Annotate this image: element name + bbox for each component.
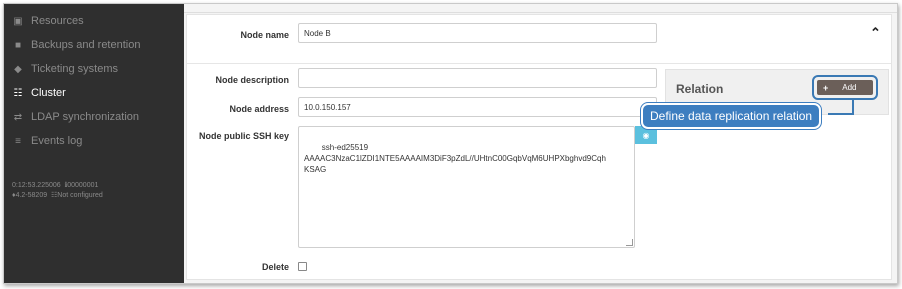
add-relation-button[interactable]: + Add bbox=[817, 80, 873, 95]
image-icon: ▣ bbox=[13, 15, 23, 27]
system-meta-line-2: ♦4.2-58209 ☷Not configured bbox=[12, 191, 103, 199]
plus-icon: + bbox=[823, 82, 829, 93]
node-ssh-key-label: Node public SSH key bbox=[198, 131, 289, 141]
add-button-label: Add bbox=[842, 83, 857, 92]
add-button-highlight: + Add bbox=[812, 75, 878, 100]
node-description-label: Node description bbox=[215, 75, 289, 85]
node-ssh-key-textarea[interactable]: ssh-ed25519 AAAAC3NzaC1lZDI1NTE5AAAAIM3D… bbox=[298, 126, 635, 248]
delete-checkbox[interactable] bbox=[298, 262, 307, 271]
sidebar-item-label: LDAP synchronization bbox=[31, 111, 140, 123]
sidebar-item-label: Cluster bbox=[31, 87, 66, 99]
tag-icon: ◆ bbox=[14, 63, 22, 75]
archive-icon: ■ bbox=[14, 39, 22, 51]
node-description-input[interactable] bbox=[298, 68, 657, 88]
sidebar-item-label: Events log bbox=[31, 135, 83, 147]
sidebar-item-label: Resources bbox=[31, 15, 84, 27]
chevron-up-icon[interactable]: ⌃ bbox=[870, 25, 881, 41]
delete-label: Delete bbox=[261, 262, 289, 272]
list-icon: ≡ bbox=[15, 135, 21, 147]
main-content: Node name Node B ⌃ Node description Node… bbox=[184, 4, 897, 283]
node-address-label: Node address bbox=[229, 104, 289, 114]
node-id-text: 00000001 bbox=[67, 182, 99, 189]
callout-connector bbox=[852, 99, 854, 114]
sitemap-icon: ☷ bbox=[13, 87, 23, 99]
sidebar-item-ticketing[interactable]: ◆ Ticketing systems bbox=[12, 59, 118, 79]
sidebar-item-label: Ticketing systems bbox=[31, 63, 119, 75]
sidebar-item-backups[interactable]: ■ Backups and retention bbox=[12, 35, 141, 55]
node-name-input[interactable]: Node B bbox=[298, 23, 657, 43]
sidebar-item-ldap[interactable]: ⇄ LDAP synchronization bbox=[12, 107, 139, 127]
uptime-text: 0:12:53.225006 bbox=[12, 182, 61, 189]
callout-connector bbox=[828, 113, 854, 115]
node-name-label: Node name bbox=[240, 30, 289, 40]
app-window: ▣ Resources ■ Backups and retention ◆ Ti… bbox=[3, 3, 898, 284]
version-text: 4.2-58209 bbox=[15, 192, 48, 199]
sidebar: ▣ Resources ■ Backups and retention ◆ Ti… bbox=[4, 4, 184, 283]
node-panel: Node name Node B ⌃ Node description Node… bbox=[186, 14, 892, 280]
resize-handle-icon[interactable] bbox=[626, 239, 633, 246]
node-address-input[interactable]: 10.0.150.157 bbox=[298, 97, 657, 117]
copy-icon: ◉ bbox=[642, 130, 650, 140]
sidebar-item-events[interactable]: ≡ Events log bbox=[12, 131, 82, 151]
top-divider bbox=[184, 4, 897, 13]
callout-tooltip: Define data replication relation bbox=[641, 103, 822, 129]
ssh-key-text: ssh-ed25519 AAAAC3NzaC1lZDI1NTE5AAAAIM3D… bbox=[304, 143, 606, 174]
sidebar-item-label: Backups and retention bbox=[31, 39, 141, 51]
sidebar-item-resources[interactable]: ▣ Resources bbox=[12, 11, 84, 31]
cluster-status-text: Not configured bbox=[57, 192, 103, 199]
system-meta-line-1: 0:12:53.225006 ℹ00000001 bbox=[12, 181, 98, 189]
divider bbox=[187, 63, 891, 64]
sync-icon: ⇄ bbox=[13, 111, 23, 123]
relation-title: Relation bbox=[676, 82, 724, 96]
sidebar-item-cluster[interactable]: ☷ Cluster bbox=[12, 83, 66, 103]
